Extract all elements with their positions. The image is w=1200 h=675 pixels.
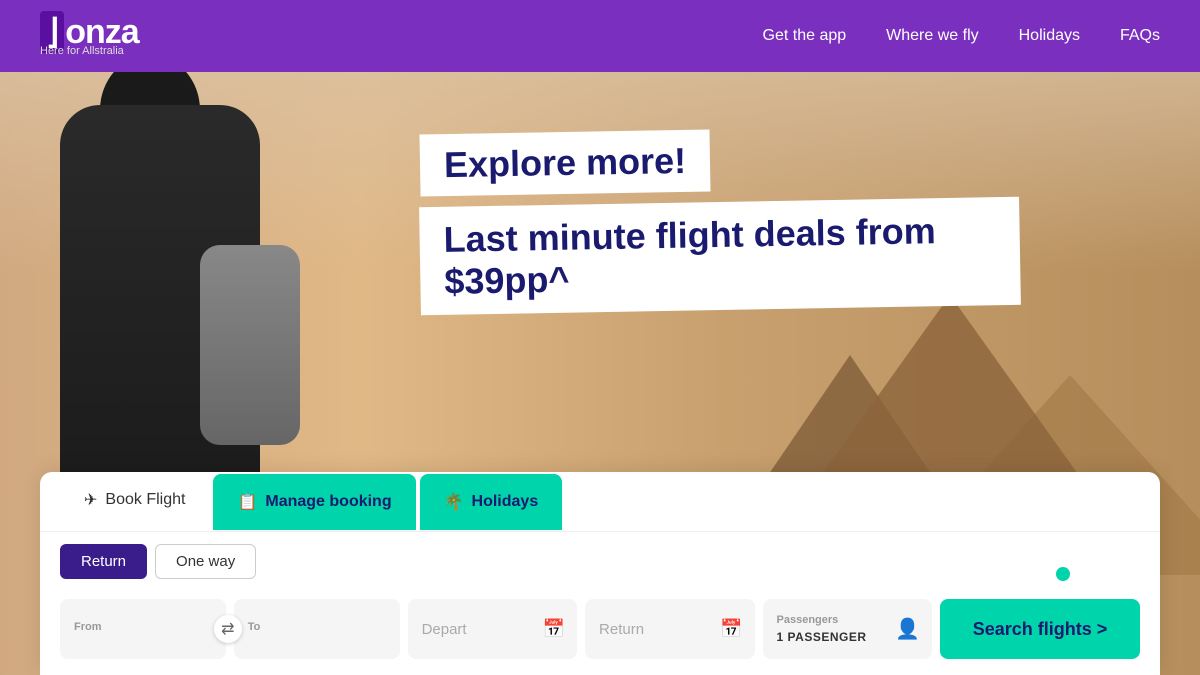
headline-box-2: Last minute flight deals from $39pp^ [419, 197, 1021, 315]
logo-text: ⌋onza [40, 15, 139, 49]
headline-text-1: Explore more! [444, 140, 687, 185]
from-to-wrapper: From ⇄ To [60, 599, 400, 659]
nav-where-we-fly[interactable]: Where we fly [886, 27, 978, 45]
tab-book-flight[interactable]: ✈ Book Flight [60, 472, 209, 531]
one-way-button[interactable]: One way [155, 544, 256, 579]
logo[interactable]: ⌋onza Here for Allstralia [40, 15, 139, 57]
tab-book-flight-label: Book Flight [105, 491, 185, 509]
calendar-return-icon: 📅 [720, 619, 742, 640]
hero-section: Explore more! Last minute flight deals f… [0, 72, 1200, 675]
nav-holidays[interactable]: Holidays [1019, 27, 1080, 45]
to-label: To [248, 621, 386, 633]
plane-icon: ✈ [84, 490, 97, 510]
tab-holidays[interactable]: 🌴 Holidays [420, 474, 563, 530]
palm-icon: 🌴 [444, 492, 464, 512]
return-field[interactable]: Return 📅 [585, 599, 754, 659]
logo-tagline: Here for Allstralia [40, 45, 139, 57]
navbar: ⌋onza Here for Allstralia Get the app Wh… [0, 0, 1200, 72]
headline-box-1: Explore more! [419, 129, 710, 196]
tab-manage-booking[interactable]: 📋 Manage booking [213, 474, 415, 530]
return-button[interactable]: Return [60, 544, 147, 579]
depart-field[interactable]: Depart 📅 [408, 599, 577, 659]
search-form: From ⇄ To Depart 📅 Return 📅 [40, 591, 1160, 675]
hero-figure [0, 72, 480, 525]
tab-holidays-label: Holidays [472, 493, 539, 511]
booking-tabs: ✈ Book Flight 📋 Manage booking 🌴 Holiday… [40, 472, 1160, 532]
tab-manage-booking-label: Manage booking [265, 493, 391, 511]
headline-text-2: Last minute flight deals from $39pp^ [443, 210, 936, 302]
booking-widget: ✈ Book Flight 📋 Manage booking 🌴 Holiday… [40, 472, 1160, 675]
from-label: From [74, 621, 212, 633]
trip-type-selector: Return One way [40, 532, 1160, 591]
document-icon: 📋 [237, 492, 257, 512]
calendar-depart-icon: 📅 [543, 619, 565, 640]
dot-indicator [1056, 567, 1070, 581]
headline-container: Explore more! Last minute flight deals f… [420, 132, 1020, 310]
nav-links: Get the app Where we fly Holidays FAQs [763, 27, 1160, 45]
person-icon: 👤 [895, 617, 920, 642]
search-flights-button[interactable]: Search flights > [940, 599, 1140, 659]
passengers-field[interactable]: Passengers 1 PASSENGER 👤 [763, 599, 932, 659]
nav-faqs[interactable]: FAQs [1120, 27, 1160, 45]
from-field[interactable]: From ⇄ [60, 599, 226, 659]
swap-icon[interactable]: ⇄ [214, 615, 242, 643]
figure-backpack [200, 245, 300, 445]
nav-get-app[interactable]: Get the app [763, 27, 847, 45]
to-field[interactable]: To [234, 599, 400, 659]
